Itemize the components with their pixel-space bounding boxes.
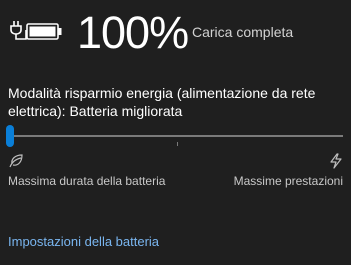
leaf-icon: [9, 154, 23, 168]
slider-track[interactable]: [9, 135, 343, 137]
battery-plugged-icon: [10, 21, 62, 40]
battery-percentage: 100%: [77, 7, 189, 58]
slider-thumb[interactable]: [6, 125, 14, 147]
lightning-bolt-icon: [330, 153, 342, 169]
slider-tick: [177, 142, 178, 146]
power-mode-slider[interactable]: [0, 122, 351, 152]
battery-status: Carica completa: [192, 24, 294, 40]
power-mode-label: Modalità risparmio energia (alimentazion…: [8, 85, 316, 119]
min-battery-label: Massima durata della batteria: [8, 174, 166, 188]
max-performance-label: Massime prestazioni: [233, 174, 343, 188]
battery-level-fill: [29, 26, 56, 37]
battery-settings-link[interactable]: Impostazioni della batteria: [8, 234, 159, 250]
battery-flyout: 100% Carica completa Modalità risparmio …: [0, 0, 351, 265]
